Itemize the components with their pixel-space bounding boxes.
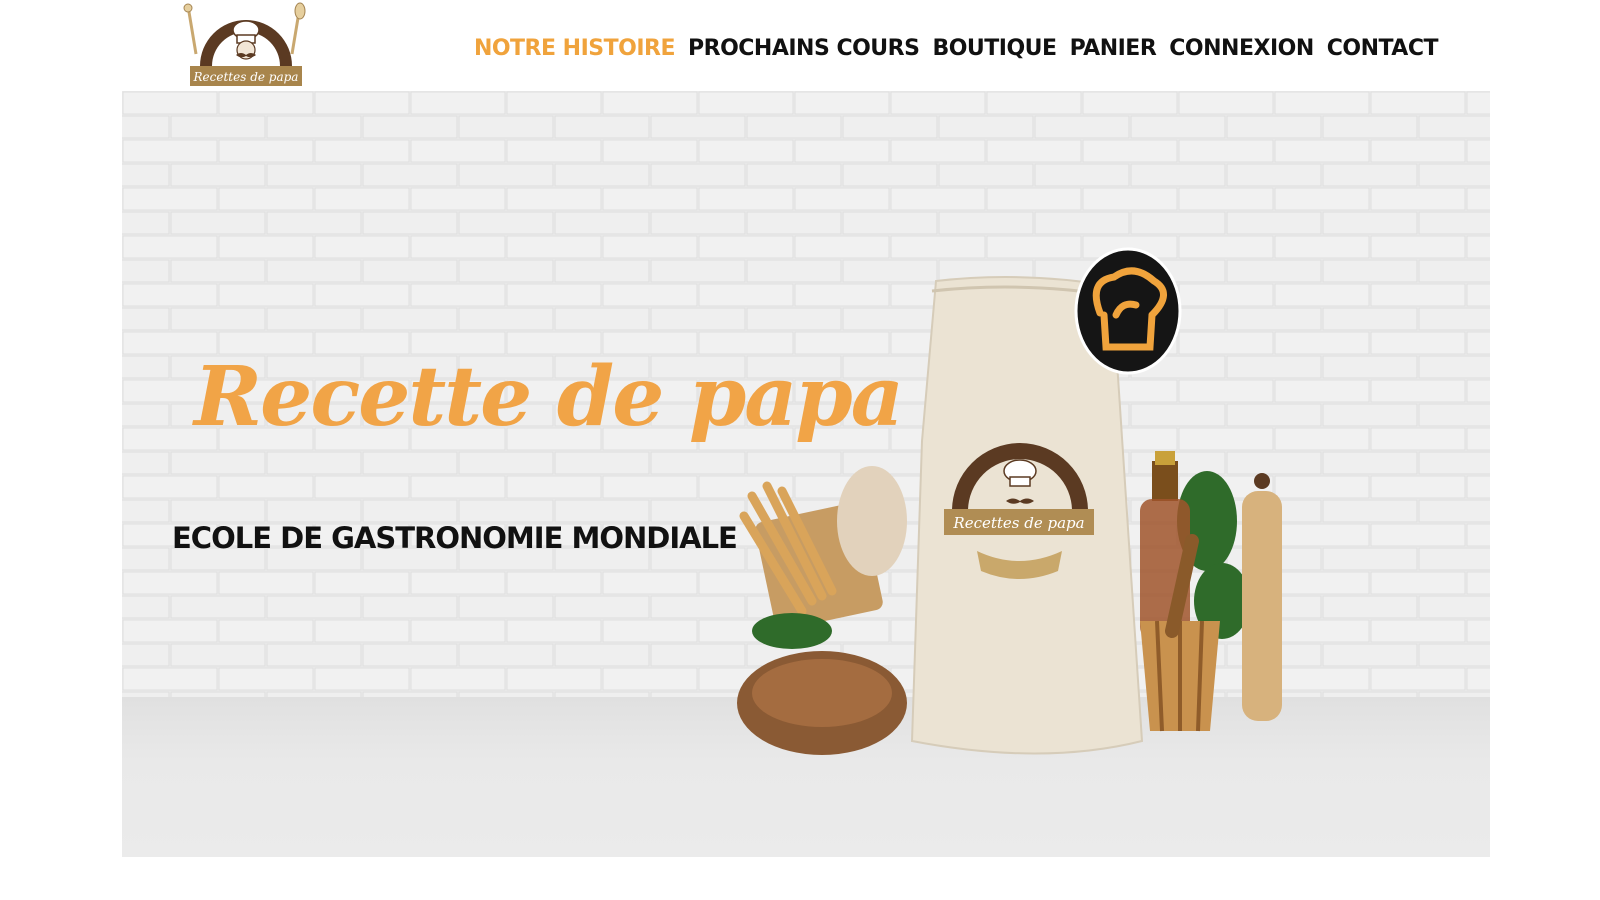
hero-banner: Recette de papa ECOLE DE GASTRONOMIE MON… — [122, 91, 1490, 857]
nav-panier[interactable]: PANIER — [1070, 36, 1157, 61]
nav-connexion[interactable]: CONNEXION — [1169, 36, 1314, 61]
logo-caption: Recettes de papa — [193, 70, 299, 84]
rolling-pin-icon — [183, 3, 198, 55]
chef-hat-badge — [1074, 247, 1182, 375]
pepper-mill — [1242, 473, 1282, 721]
site-logo[interactable]: Recettes de papa — [182, 2, 310, 88]
bag-logo-caption: Recettes de papa — [952, 514, 1084, 532]
hero-subtitle: ECOLE DE GASTRONOMIE MONDIALE — [172, 521, 738, 555]
nav-contact[interactable]: CONTACT — [1327, 36, 1439, 61]
breadsticks-basket — [739, 466, 907, 630]
nav-boutique[interactable]: BOUTIQUE — [932, 36, 1057, 61]
nav-prochains-cours[interactable]: PROCHAINS COURS — [688, 36, 920, 61]
hero-title: Recette de papa — [194, 349, 904, 445]
nav-notre-histoire[interactable]: NOTRE HISTOIRE — [474, 36, 676, 61]
chef-logo-icon — [232, 20, 260, 60]
product-scene: Recettes de papa — [737, 247, 1282, 755]
site-header: Recettes de papa NOTRE HISTOIRE PROCHAIN… — [122, 0, 1490, 91]
spatula-icon — [290, 2, 306, 55]
main-nav: NOTRE HISTOIRE PROCHAINS COURS BOUTIQUE … — [474, 36, 1439, 61]
